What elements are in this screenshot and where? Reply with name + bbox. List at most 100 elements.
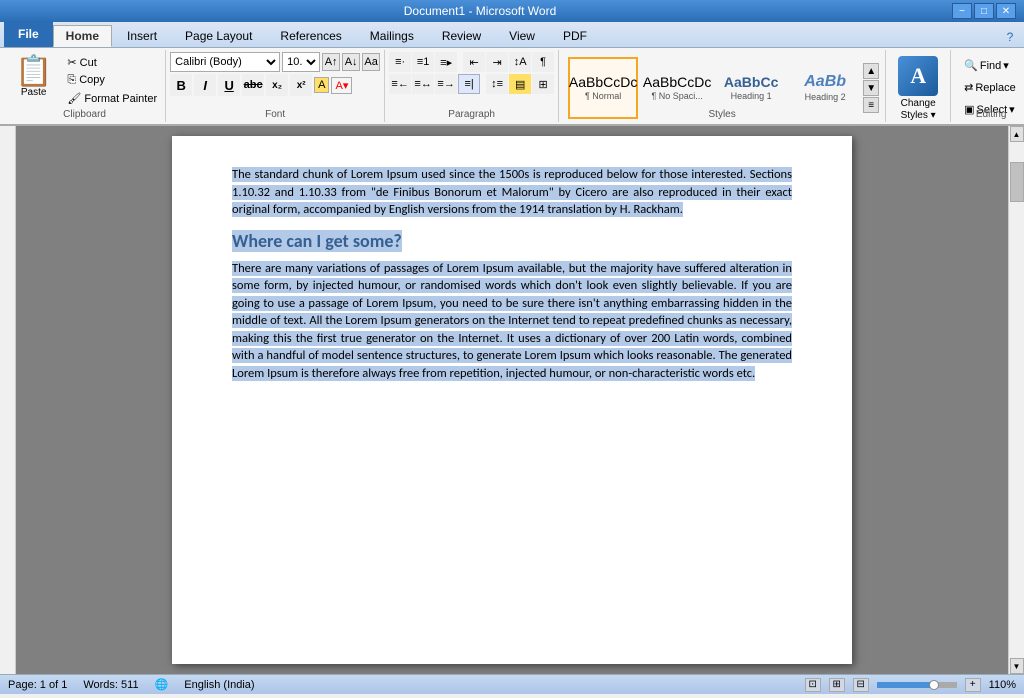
zoom-level: 110%	[989, 679, 1016, 691]
scroll-up-arrow[interactable]: ▲	[1010, 126, 1024, 142]
language-status: English (India)	[184, 679, 254, 691]
maximize-button[interactable]: □	[974, 3, 994, 19]
change-styles-label: ChangeStyles ▾	[901, 98, 936, 122]
increase-indent-button[interactable]: ⇥	[486, 52, 508, 72]
underline-button[interactable]: U	[218, 74, 240, 96]
paragraph-1: The standard chunk of Lorem Ipsum used s…	[232, 166, 792, 219]
font-format-row: B I U abc x₂ x² A A▾	[170, 74, 352, 96]
close-button[interactable]: ✕	[996, 3, 1016, 19]
paste-button[interactable]: 📋 Paste	[8, 52, 59, 108]
paste-icon: 📋	[15, 57, 52, 87]
find-button[interactable]: 🔍 Find ▾	[959, 56, 1023, 75]
subscript-button[interactable]: x₂	[266, 74, 288, 96]
title-bar: Document1 - Microsoft Word − □ ✕	[0, 0, 1024, 22]
find-arrow: ▾	[1003, 59, 1009, 72]
styles-scroll-up[interactable]: ▲	[863, 63, 879, 79]
font-size-increase[interactable]: A↑	[322, 53, 340, 71]
change-styles-group: A ChangeStyles ▾	[886, 50, 951, 122]
tab-pdf[interactable]: PDF	[550, 25, 600, 47]
zoom-handle[interactable]	[929, 680, 939, 690]
font-size-select[interactable]: 10.5	[282, 52, 320, 72]
superscript-button[interactable]: x²	[290, 74, 312, 96]
sort-button[interactable]: ↕A	[509, 52, 531, 72]
find-icon: 🔍	[964, 59, 978, 72]
font-controls: Calibri (Body) 10.5 A↑ A↓ Aa B I U abc x…	[170, 52, 380, 108]
bold-button[interactable]: B	[170, 74, 192, 96]
title-bar-text: Document1 - Microsoft Word	[8, 4, 952, 18]
tab-view[interactable]: View	[496, 25, 548, 47]
styles-label: Styles	[559, 109, 885, 120]
clear-formatting[interactable]: Aa	[362, 53, 380, 71]
tab-insert[interactable]: Insert	[114, 25, 170, 47]
style-normal-preview: AaBbCcDc	[569, 75, 637, 89]
status-bar: Page: 1 of 1 Words: 511 🌐 English (India…	[0, 674, 1024, 694]
font-size-decrease[interactable]: A↓	[342, 53, 360, 71]
para-align-row: ≡← ≡↔ ≡→ ≡| ↕≡ ▤ ⊞	[389, 74, 554, 94]
font-color-button[interactable]: A▾	[331, 77, 352, 94]
show-marks-button[interactable]: ¶	[532, 52, 554, 72]
paste-label: Paste	[21, 87, 47, 98]
italic-button[interactable]: I	[194, 74, 216, 96]
tab-page-layout[interactable]: Page Layout	[172, 25, 265, 47]
shading-button[interactable]: ▤	[509, 74, 531, 94]
tab-review[interactable]: Review	[429, 25, 494, 47]
tab-mailings[interactable]: Mailings	[357, 25, 427, 47]
paragraph-controls: ≡· ≡1 ≡▸ ⇤ ⇥ ↕A ¶ ≡← ≡↔ ≡→ ≡| ↕≡ ▤ ⊞	[389, 52, 554, 108]
align-left-button[interactable]: ≡←	[389, 74, 411, 94]
zoom-in-button[interactable]: +	[965, 678, 981, 692]
decrease-indent-button[interactable]: ⇤	[463, 52, 485, 72]
help-button[interactable]: ?	[1000, 27, 1020, 47]
bullet-list-button[interactable]: ≡·	[389, 52, 411, 72]
ribbon-tabs: File Home Insert Page Layout References …	[0, 22, 1024, 48]
borders-button[interactable]: ⊞	[532, 74, 554, 94]
status-right: ⊡ ⊞ ⊟ + 110%	[805, 678, 1016, 692]
replace-button[interactable]: ⇄ Replace	[959, 78, 1023, 97]
copy-button[interactable]: ⎘ Copy	[63, 72, 161, 89]
strikethrough-button[interactable]: abc	[242, 74, 264, 96]
font-name-select[interactable]: Calibri (Body)	[170, 52, 280, 72]
tab-references[interactable]: References	[267, 25, 354, 47]
vertical-scrollbar[interactable]: ▲ ▼	[1008, 126, 1024, 674]
paragraph-2-selected: There are many variations of passages of…	[232, 261, 792, 381]
page-layout-view[interactable]: ⊡	[805, 678, 821, 692]
replace-icon: ⇄	[964, 81, 973, 94]
styles-scroll-down[interactable]: ▼	[863, 80, 879, 96]
format-painter-button[interactable]: 🖌 Format Painter	[63, 90, 161, 107]
multilevel-list-button[interactable]: ≡▸	[435, 52, 457, 72]
page-area: The standard chunk of Lorem Ipsum used s…	[16, 126, 1008, 674]
clipboard-group: 📋 Paste ✂ Cut ⎘ Copy 🖌 Format Painter Cl…	[4, 50, 166, 122]
clipboard-small-buttons: ✂ Cut ⎘ Copy 🖌 Format Painter	[63, 52, 161, 108]
scroll-down-arrow[interactable]: ▼	[1010, 658, 1024, 674]
justify-button[interactable]: ≡|	[458, 74, 480, 94]
style-heading2-preview: AaBb	[804, 74, 846, 90]
paragraph-group: ≡· ≡1 ≡▸ ⇤ ⇥ ↕A ¶ ≡← ≡↔ ≡→ ≡| ↕≡ ▤ ⊞ Par…	[385, 50, 559, 122]
text-highlight-button[interactable]: A	[314, 77, 329, 93]
tab-file[interactable]: File	[4, 21, 53, 47]
document-page[interactable]: The standard chunk of Lorem Ipsum used s…	[172, 136, 852, 664]
cut-button[interactable]: ✂ Cut	[63, 54, 161, 71]
document-heading: Where can I get some?	[232, 229, 792, 254]
style-no-spacing-label: ¶ No Spaci...	[651, 91, 702, 101]
zoom-slider[interactable]	[877, 682, 957, 688]
document-scroll[interactable]: The standard chunk of Lorem Ipsum used s…	[16, 126, 1008, 674]
align-center-button[interactable]: ≡↔	[412, 74, 434, 94]
tab-home[interactable]: Home	[53, 25, 112, 47]
ribbon-content: 📋 Paste ✂ Cut ⎘ Copy 🖌 Format Painter Cl…	[0, 48, 1024, 126]
web-view[interactable]: ⊟	[853, 678, 869, 692]
paragraph-2: There are many variations of passages of…	[232, 260, 792, 383]
align-right-button[interactable]: ≡→	[435, 74, 457, 94]
font-label: Font	[166, 109, 384, 120]
numbered-list-button[interactable]: ≡1	[412, 52, 434, 72]
scroll-track[interactable]	[1010, 142, 1024, 658]
title-bar-controls: − □ ✕	[952, 3, 1016, 19]
page-status: Page: 1 of 1	[8, 679, 67, 691]
style-no-spacing-preview: AaBbCcDc	[643, 75, 711, 89]
minimize-button[interactable]: −	[952, 3, 972, 19]
style-heading1-label: Heading 1	[731, 91, 772, 101]
full-screen-view[interactable]: ⊞	[829, 678, 845, 692]
change-styles-button[interactable]: A ChangeStyles ▾	[890, 52, 946, 126]
document-area: The standard chunk of Lorem Ipsum used s…	[0, 126, 1024, 674]
scroll-thumb[interactable]	[1010, 162, 1024, 202]
editing-group: 🔍 Find ▾ ⇄ Replace ▣ Select ▾ Editing	[951, 50, 1024, 122]
line-spacing-button[interactable]: ↕≡	[486, 74, 508, 94]
